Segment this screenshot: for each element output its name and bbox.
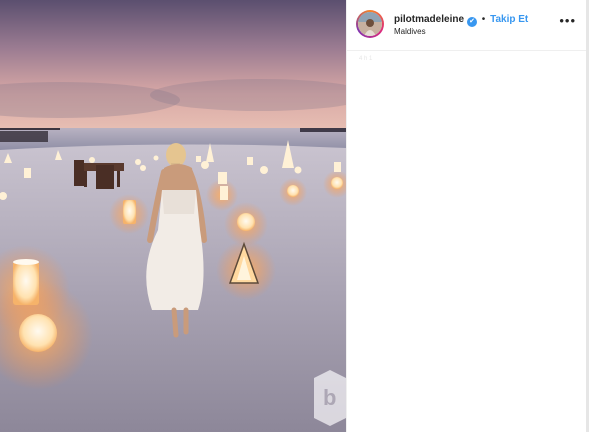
- post-side-panel: pilotmadeleine ✔ • Takip Et Maldives ••• …: [346, 0, 587, 432]
- separator-dot: •: [481, 14, 486, 25]
- avatar-photo: [358, 12, 382, 36]
- user-line: pilotmadeleine ✔ • Takip Et: [394, 13, 528, 27]
- location-link[interactable]: Maldives: [394, 27, 426, 36]
- more-options-icon[interactable]: •••: [559, 14, 576, 28]
- faint-text: 4 h 1: [359, 56, 373, 62]
- username-link[interactable]: pilotmadeleine: [394, 14, 464, 25]
- beach-lanterns-image: b: [0, 0, 346, 432]
- avatar-image: [358, 12, 382, 36]
- follow-button[interactable]: Takip Et: [490, 14, 528, 25]
- verified-badge-icon: ✔: [467, 17, 478, 27]
- post-photo[interactable]: b: [0, 0, 346, 432]
- watermark-letter: b: [323, 385, 336, 410]
- post-header: pilotmadeleine ✔ • Takip Et Maldives •••: [347, 0, 587, 51]
- avatar[interactable]: [356, 10, 384, 38]
